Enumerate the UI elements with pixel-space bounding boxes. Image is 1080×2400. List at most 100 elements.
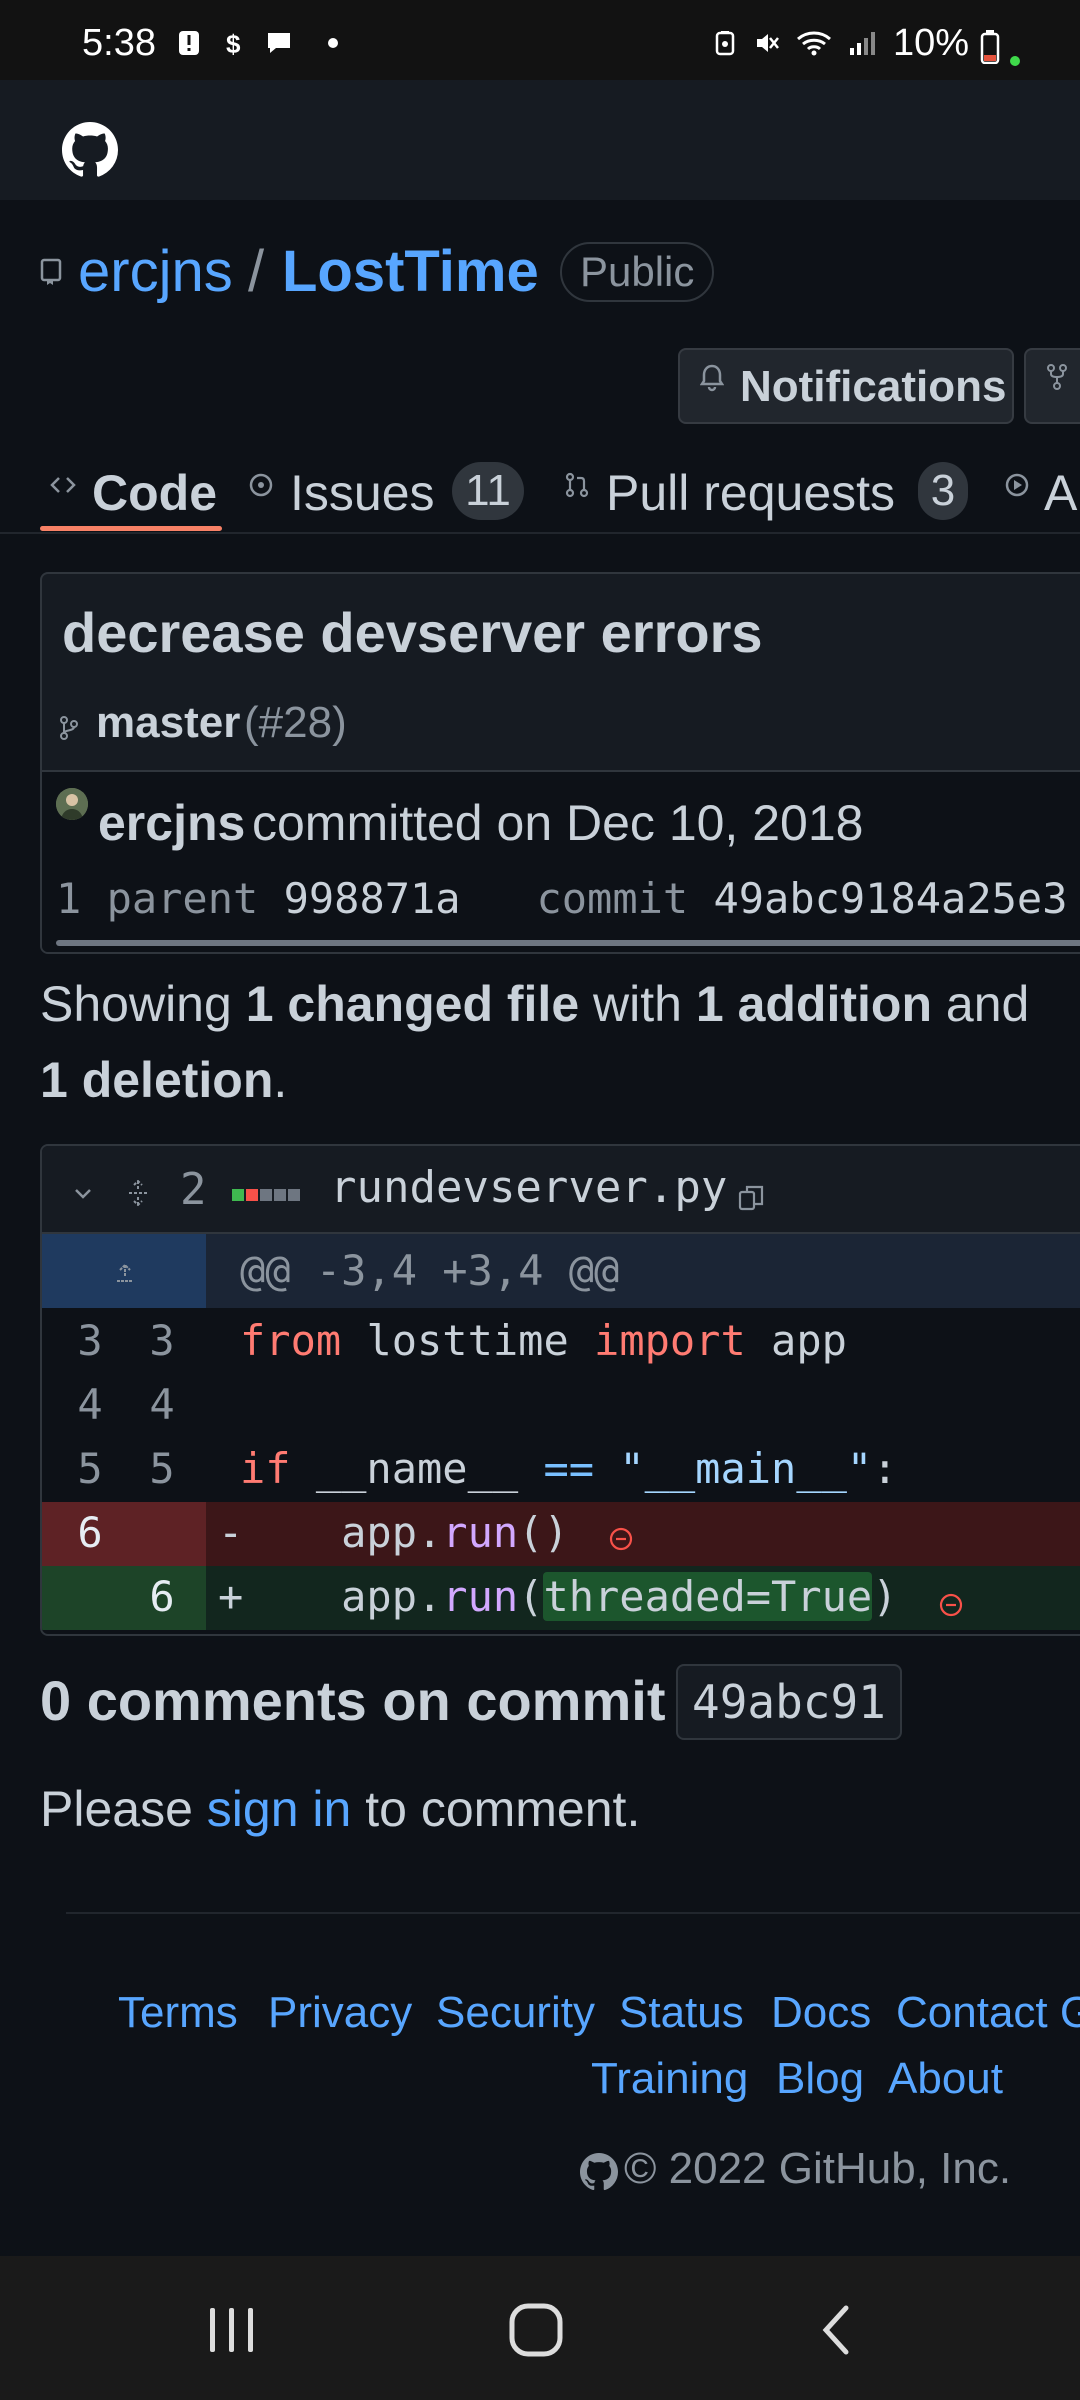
diff-line: 3 3 from losttime import app (42, 1310, 1080, 1374)
tab-code[interactable]: Code (40, 450, 224, 530)
battery-percent: 10% (893, 22, 970, 64)
fork-icon (1047, 364, 1067, 390)
code-line: if __name__ == "__main__": (240, 1444, 898, 1493)
diff-line: 5 5 if __name__ == "__main__": (42, 1438, 1080, 1502)
repo-icon (40, 258, 62, 285)
commit-meta: ercjns committed on Dec 10, 2018 1 paren… (42, 772, 1080, 952)
pull-request-ref-link[interactable]: (#28) (244, 698, 347, 748)
branch-link[interactable]: master (96, 698, 240, 748)
new-line-number[interactable]: 5 (132, 1444, 192, 1493)
battery-saver-icon (715, 31, 735, 56)
footer-link-status[interactable]: Status (619, 1988, 744, 2038)
system-nav-bar (0, 2256, 1080, 2400)
tab-issues[interactable]: Issues 11 (244, 450, 524, 530)
commit-label: commit (536, 874, 689, 923)
old-line-number[interactable]: 5 (60, 1444, 120, 1493)
footer-link-blog[interactable]: Blog (776, 2054, 864, 2104)
hunk-range: @@ -3,4 +3,4 @@ (240, 1246, 620, 1295)
copy-icon[interactable] (738, 1184, 764, 1212)
bell-icon (700, 364, 724, 392)
repo-separator: / (248, 239, 265, 304)
active-tab-indicator (40, 526, 222, 531)
no-newline-icon (939, 1593, 963, 1617)
footer-link-security[interactable]: Security (436, 1988, 595, 2038)
old-line-number[interactable]: 4 (60, 1380, 120, 1429)
back-icon[interactable] (818, 2304, 854, 2356)
repo-owner-link[interactable]: ercjns (78, 238, 233, 305)
parent-sha-link[interactable]: 998871a (284, 874, 461, 923)
repo-tabs: Code Issues 11 Pull requests 3 A (0, 450, 1080, 534)
repo-name-link[interactable]: LostTime (282, 238, 539, 305)
commit-date: committed on Dec 10, 2018 (252, 795, 864, 851)
github-logo-icon[interactable] (62, 122, 118, 178)
chevron-down-icon[interactable] (72, 1182, 94, 1204)
code-line: app.run(threaded=True) (240, 1572, 898, 1621)
home-icon[interactable] (508, 2302, 564, 2358)
new-line-number[interactable]: 3 (132, 1316, 192, 1365)
code-icon (50, 477, 76, 493)
tab-code-label: Code (92, 465, 217, 521)
code-line: app.run() (240, 1508, 569, 1557)
pull-request-icon (565, 472, 589, 498)
footer-link-training[interactable]: Training (591, 2054, 748, 2104)
signal-icon (850, 32, 875, 55)
footer-link-docs[interactable]: Docs (771, 1988, 871, 2038)
svg-text:$: $ (226, 30, 241, 56)
old-line-number[interactable]: 3 (60, 1316, 120, 1365)
fork-button[interactable] (1024, 348, 1080, 424)
avatar[interactable] (56, 788, 88, 820)
footer-link-contact[interactable]: Contact G (896, 1988, 1080, 2038)
diff-summary: Showing 1 changed file with 1 addition a… (40, 976, 1030, 1108)
commit-sha-badge: 49abc91 (676, 1664, 902, 1740)
changed-files-count: 1 changed file (245, 976, 580, 1032)
commit-sha: 49abc9184a25e3 (713, 874, 1068, 923)
changes-count: 2 (180, 1164, 207, 1215)
no-newline-icon (609, 1527, 633, 1551)
expand-up-icon[interactable] (114, 1262, 136, 1284)
footer-link-terms[interactable]: Terms (118, 1988, 238, 2038)
new-line-number[interactable]: 4 (132, 1380, 192, 1429)
github-mark-icon (580, 2153, 618, 2191)
battery-icon (980, 30, 1000, 64)
visibility-badge: Public (560, 242, 715, 302)
footer-link-about[interactable]: About (888, 2054, 1003, 2104)
new-line-number[interactable]: 6 (132, 1572, 192, 1621)
wifi-icon (797, 31, 831, 56)
horizontal-scrollbar[interactable] (56, 940, 1080, 946)
deleted-line: 6 - app.run() (42, 1502, 1080, 1566)
active-dot-icon (1010, 56, 1020, 66)
branch-icon (60, 716, 78, 740)
issue-icon (249, 473, 273, 497)
commit-author-link[interactable]: ercjns (98, 794, 245, 852)
dollar-notification-icon: $ (226, 30, 241, 56)
mute-icon (757, 34, 779, 52)
tab-actions[interactable]: A (1000, 450, 1080, 530)
recent-apps-icon[interactable] (206, 2306, 258, 2354)
sign-in-link[interactable]: sign in (207, 1781, 352, 1837)
added-line: 6 + app.run(threaded=True) (42, 1566, 1080, 1630)
deletions-count: 1 deletion (40, 1052, 274, 1108)
expand-icon[interactable] (126, 1180, 150, 1206)
comments-heading: 0 comments on commit (40, 1669, 666, 1732)
notifications-button[interactable]: Notifications (678, 348, 1014, 424)
hunk-header: @@ -3,4 +3,4 @@ (42, 1234, 1080, 1308)
tab-issues-label: Issues (290, 465, 435, 521)
notifications-label: Notifications (740, 362, 1007, 411)
diffstat-bar (232, 1188, 302, 1206)
pull-requests-count: 3 (918, 462, 968, 520)
play-icon (1005, 473, 1029, 497)
additions-count: 1 addition (695, 976, 932, 1032)
file-header: 2 rundevserver.py (42, 1146, 1080, 1234)
file-name[interactable]: rundevserver.py (330, 1162, 727, 1213)
clock: 5:38 (82, 22, 156, 64)
message-notification-icon (268, 33, 290, 53)
tab-pull-requests[interactable]: Pull requests 3 (562, 450, 972, 530)
hunk-expand-gutter[interactable] (42, 1234, 206, 1308)
old-line-number[interactable]: 6 (60, 1508, 120, 1557)
tab-actions-label: A (1044, 465, 1078, 521)
code-line: from losttime import app (240, 1316, 847, 1365)
sign-in-prompt: Please sign in to comment. (40, 1781, 641, 1837)
diff-line: 4 4 (42, 1374, 1080, 1438)
status-bar: 5:38 $ 10% (0, 0, 1080, 80)
footer-link-privacy[interactable]: Privacy (268, 1988, 412, 2038)
